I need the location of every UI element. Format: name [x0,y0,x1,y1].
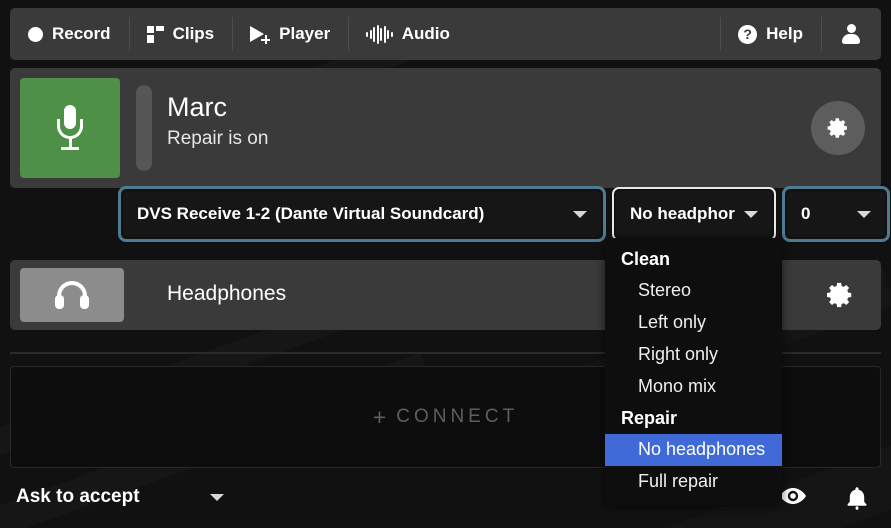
channel-info: Marc Repair is on [167,90,268,152]
chevron-down-icon [744,210,758,218]
top-toolbar: Record Clips Player Audio ? Help [10,8,881,60]
headphones-settings-button[interactable] [825,280,855,310]
ask-to-accept-select[interactable]: Ask to accept [16,486,224,508]
toolbar-item-record[interactable]: Record [10,8,129,60]
gain-select[interactable]: 0 [787,191,885,237]
headphones-icon [55,281,89,309]
headphone-mode-dropdown-menu: Clean Stereo Left only Right only Mono m… [605,238,782,505]
gain-select-focus-ring: 0 [782,186,890,242]
connect-label-group: + CONNECT [373,404,518,431]
plus-icon: + [372,403,387,430]
account-button[interactable] [821,8,881,60]
menu-group-title: Clean [621,249,671,269]
player-play-add-icon [250,25,271,44]
audio-device-value: DVS Receive 1-2 (Dante Virtual Soundcard… [137,204,485,223]
user-avatar-icon [841,24,861,44]
microphone-icon [55,105,85,151]
headphones-toggle-button[interactable] [20,268,124,322]
chevron-down-icon [573,210,587,218]
toolbar-item-label: Clips [172,24,215,43]
toolbar-item-clips[interactable]: Clips [128,8,233,60]
notifications-button[interactable] [845,486,869,517]
help-question-icon: ? [738,24,758,44]
channel-status: Repair is on [167,128,269,149]
toolbar-item-label: Record [52,24,111,43]
menu-item-mono-mix[interactable]: Mono mix [605,371,782,403]
audio-waveform-icon [366,24,393,44]
toolbar-item-label: Audio [401,24,450,43]
headphone-mode-select[interactable]: No headphor [616,191,772,237]
eye-button[interactable] [779,486,807,517]
microphone-toggle-button[interactable] [20,78,120,178]
eye-icon [780,488,806,504]
help-button[interactable]: ? Help [720,8,821,60]
clips-grid-icon [146,25,164,43]
channel-strip: Marc Repair is on [10,68,881,188]
toolbar-item-audio[interactable]: Audio [348,8,468,60]
channel-name: Marc [167,92,227,122]
menu-group-title: Repair [621,408,678,428]
audio-device-select[interactable]: DVS Receive 1-2 (Dante Virtual Soundcard… [123,191,601,237]
level-meter [136,85,152,171]
menu-item-full-repair[interactable]: Full repair [605,466,782,498]
chevron-down-icon [209,493,224,501]
audio-app-window: Record Clips Player Audio ? Help Marc Re… [0,0,891,528]
menu-item-left-only[interactable]: Left only [605,307,782,339]
bottom-icon-group [779,486,869,517]
gain-value: 0 [801,204,811,223]
headphones-label: Headphones [167,282,287,305]
channel-settings-button[interactable] [811,101,865,155]
device-select-focus-ring: DVS Receive 1-2 (Dante Virtual Soundcard… [118,186,606,242]
toolbar-right-group: ? Help [720,8,881,60]
selector-row: DVS Receive 1-2 (Dante Virtual Soundcard… [118,186,890,242]
record-dot-icon [28,26,43,42]
chevron-down-icon [857,210,871,218]
toolbar-item-label: Player [279,24,331,43]
connect-label: CONNECT [396,406,519,427]
headphone-select-focus-ring: No headphor [612,187,776,241]
headphone-mode-value: No headphor [630,204,735,223]
menu-item-stereo[interactable]: Stereo [605,275,782,307]
bell-icon [847,487,867,510]
gear-icon [827,282,852,308]
menu-item-no-headphones[interactable]: No headphones [605,434,782,466]
help-label: Help [766,24,803,43]
ask-to-accept-label: Ask to accept [16,486,140,507]
menu-item-right-only[interactable]: Right only [605,339,782,371]
gear-icon [827,118,847,138]
toolbar-item-player[interactable]: Player [232,8,348,60]
